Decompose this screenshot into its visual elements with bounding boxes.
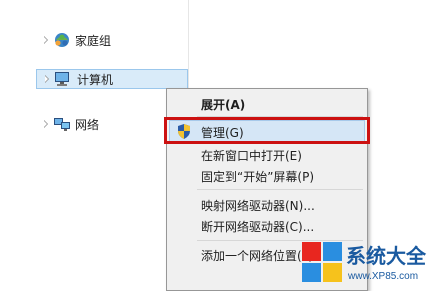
computer-icon bbox=[55, 72, 69, 86]
expand-arrow-icon[interactable] bbox=[44, 120, 48, 128]
menu-item-label: 映射网络驱动器(N)... bbox=[201, 199, 315, 213]
menu-item-map-network-drive[interactable]: 映射网络驱动器(N)... bbox=[169, 193, 365, 215]
menu-separator bbox=[197, 189, 363, 190]
expand-arrow-icon[interactable] bbox=[44, 36, 48, 44]
menu-item-disconnect-network-drive[interactable]: 断开网络驱动器(C)... bbox=[169, 214, 365, 236]
watermark-url: www.XP85.com bbox=[348, 271, 419, 282]
menu-item-label: 在新窗口中打开(E) bbox=[201, 149, 302, 163]
menu-item-label: 展开(A) bbox=[201, 98, 246, 112]
tree-item-network[interactable]: 网络 bbox=[44, 114, 184, 134]
tree-item-computer[interactable]: 计算机 bbox=[36, 69, 188, 89]
expand-arrow-icon[interactable] bbox=[45, 75, 49, 83]
annotation-highlight-box bbox=[164, 117, 370, 144]
windows-logo-icon bbox=[302, 242, 342, 282]
menu-item-open-new-window[interactable]: 在新窗口中打开(E) bbox=[169, 143, 365, 165]
menu-item-label: 固定到“开始”屏幕(P) bbox=[201, 170, 315, 184]
tree-label-network: 网络 bbox=[75, 118, 100, 132]
tree-label-homegroup: 家庭组 bbox=[75, 34, 112, 48]
network-icon bbox=[54, 118, 70, 131]
watermark: 系统大全 www.XP85.com bbox=[300, 240, 437, 291]
homegroup-icon bbox=[55, 33, 69, 47]
menu-item-pin-to-start[interactable]: 固定到“开始”屏幕(P) bbox=[169, 164, 365, 186]
tree-item-homegroup[interactable]: 家庭组 bbox=[44, 30, 184, 50]
menu-item-expand[interactable]: 展开(A) bbox=[169, 92, 365, 114]
menu-item-label: 断开网络驱动器(C)... bbox=[201, 220, 315, 234]
watermark-title: 系统大全 bbox=[346, 244, 426, 268]
tree-label-computer: 计算机 bbox=[77, 73, 114, 87]
menu-item-label: 添加一个网络位置(L) bbox=[201, 249, 314, 263]
